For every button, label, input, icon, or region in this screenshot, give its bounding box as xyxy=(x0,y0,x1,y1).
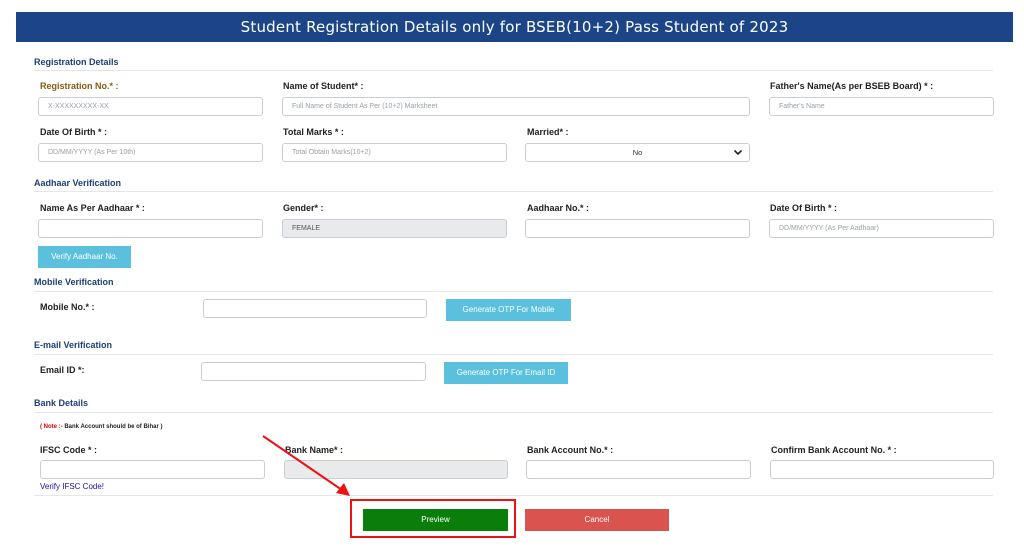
father-name-label: Father's Name(As per BSEB Board) * : xyxy=(770,81,934,91)
dob-label: Date Of Birth * : xyxy=(40,127,108,137)
cancel-button[interactable]: Cancel xyxy=(525,509,669,531)
aadhaar-dob-label: Date Of Birth * : xyxy=(770,203,838,213)
chevron-down-icon xyxy=(733,149,743,156)
email-label: Email ID *: xyxy=(40,365,85,375)
mobile-input[interactable] xyxy=(203,299,427,318)
aadhaar-no-input[interactable] xyxy=(525,219,750,238)
generate-otp-mobile-button[interactable]: Generate OTP For Mobile xyxy=(446,299,571,321)
section-divider xyxy=(34,70,993,71)
section-title-aadhaar: Aadhaar Verification xyxy=(34,178,122,188)
student-name-input[interactable]: Full Name of Student As Per (10+2) Marks… xyxy=(282,97,750,116)
father-name-input[interactable]: Father's Name xyxy=(769,97,994,116)
total-marks-input[interactable]: Total Obtain Marks(10+2) xyxy=(282,143,507,162)
highlight-box xyxy=(350,499,516,538)
bank-note-text: Bank Account should be of Bihar ) xyxy=(64,424,163,430)
section-divider xyxy=(34,495,993,496)
account-no-input[interactable] xyxy=(526,460,751,479)
confirm-account-no-label: Confirm Bank Account No. * : xyxy=(771,445,897,455)
confirm-account-no-input[interactable] xyxy=(770,460,994,479)
married-select[interactable]: No xyxy=(525,143,750,162)
section-title-email: E-mail Verification xyxy=(34,340,113,350)
section-title-bank: Bank Details xyxy=(34,398,89,408)
section-divider xyxy=(34,291,993,292)
section-divider xyxy=(34,191,993,192)
verify-aadhaar-button[interactable]: Verify Aadhaar No. xyxy=(38,246,131,268)
ifsc-input[interactable] xyxy=(40,460,265,479)
aadhaar-name-input[interactable] xyxy=(38,219,263,238)
page-title: Student Registration Details only for BS… xyxy=(16,12,1013,42)
married-label: Married* : xyxy=(527,127,569,137)
ifsc-label: IFSC Code * : xyxy=(40,445,98,455)
mobile-label: Mobile No.* : xyxy=(40,302,95,312)
annotation-arrow-icon xyxy=(262,435,350,496)
account-no-label: Bank Account No.* : xyxy=(527,445,614,455)
bank-note-prefix: ( Note :- xyxy=(40,424,65,430)
bank-note: ( Note :- Bank Account should be of Biha… xyxy=(40,424,162,430)
section-title-registration: Registration Details xyxy=(34,57,119,67)
section-title-mobile: Mobile Verification xyxy=(34,277,114,287)
gender-label: Gender* : xyxy=(283,203,324,213)
registration-no-input[interactable]: X-XXXXXXXXX-XX xyxy=(38,97,263,116)
verify-ifsc-link[interactable]: Verify IFSC Code! xyxy=(40,482,104,491)
section-divider xyxy=(34,354,993,355)
aadhaar-name-label: Name As Per Aadhaar * : xyxy=(40,203,145,213)
section-divider xyxy=(34,412,993,413)
aadhaar-no-label: Aadhaar No.* : xyxy=(527,203,590,213)
generate-otp-email-button[interactable]: Generate OTP For Email ID xyxy=(444,362,568,384)
total-marks-label: Total Marks * : xyxy=(283,127,344,137)
registration-no-label: Registration No.* : xyxy=(40,81,119,91)
dob-input[interactable]: DD/MM/YYYY (As Per 10th) xyxy=(38,143,263,162)
married-select-value: No xyxy=(632,148,643,157)
email-input[interactable] xyxy=(201,362,426,381)
aadhaar-dob-input[interactable]: DD/MM/YYYY (As Per Aadhaar) xyxy=(769,219,994,238)
gender-field: FEMALE xyxy=(282,219,507,238)
student-name-label: Name of Student* : xyxy=(283,81,364,91)
